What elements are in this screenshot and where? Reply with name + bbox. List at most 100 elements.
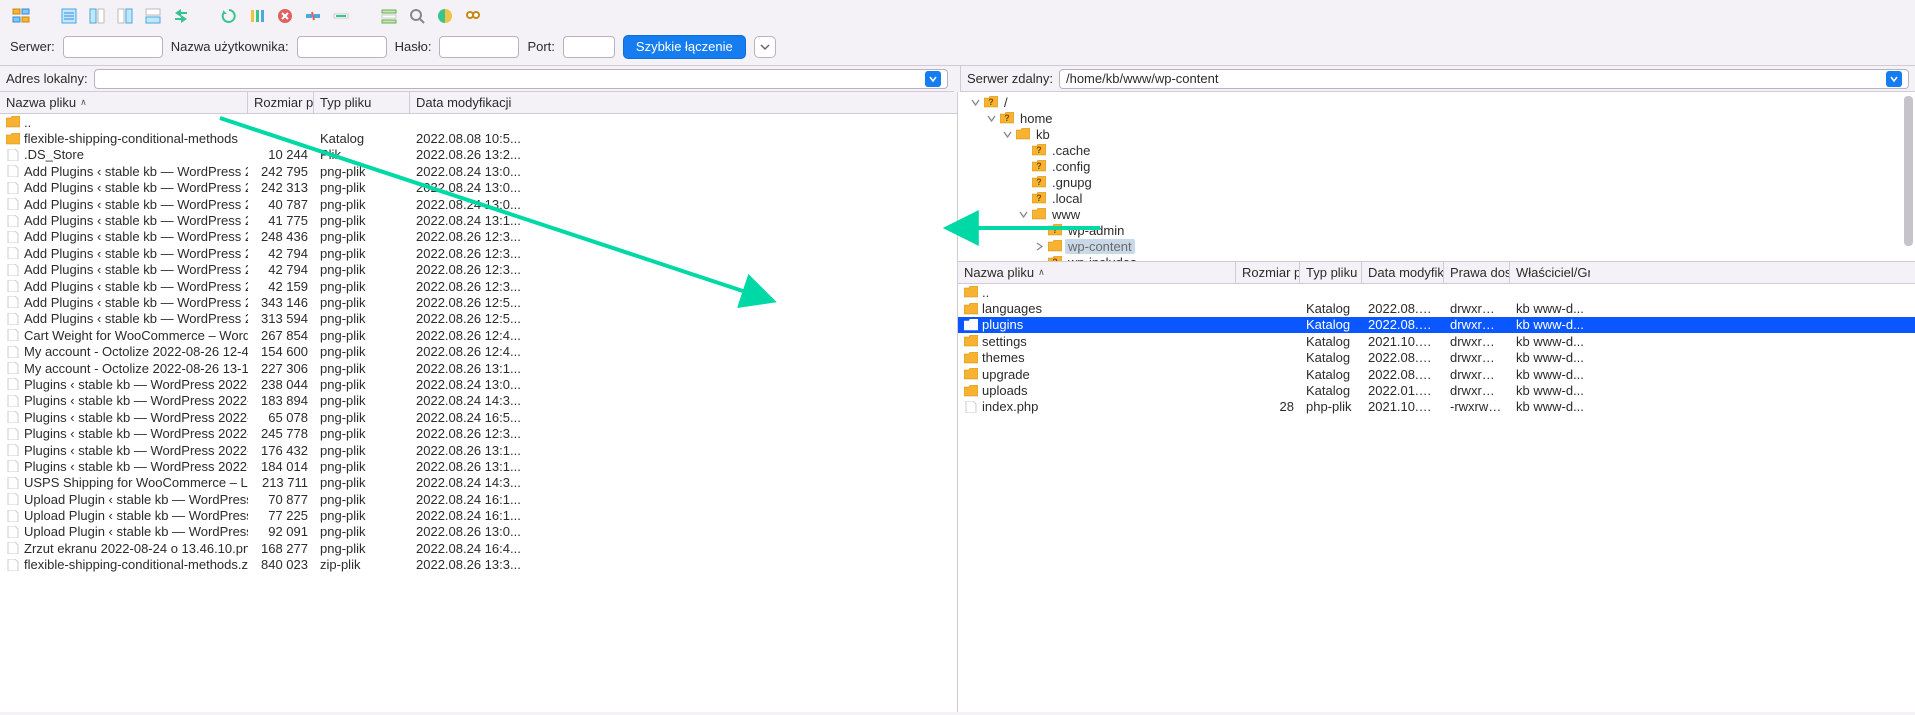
tree-expander[interactable]	[1017, 192, 1029, 204]
quick-connect-dropdown[interactable]	[754, 36, 776, 58]
remote-col-name[interactable]: Nazwa pliku∧	[958, 262, 1236, 283]
tree-expander[interactable]	[1017, 160, 1029, 172]
list-item[interactable]: Add Plugins ‹ stable kb — WordPress 2022…	[0, 311, 957, 327]
list-item[interactable]: themesKatalog2022.08.24 1...drwxrwxr-xkb…	[958, 350, 1915, 366]
tree-item[interactable]: ?wp-includes	[962, 254, 1911, 262]
reconnect-icon[interactable]	[330, 5, 352, 27]
refresh-icon[interactable]	[218, 5, 240, 27]
list-item[interactable]: Upload Plugin ‹ stable kb — WordPress 20…	[0, 491, 957, 507]
toggle-queue-icon[interactable]	[142, 5, 164, 27]
disconnect-icon[interactable]	[302, 5, 324, 27]
list-item[interactable]: Add Plugins ‹ stable kb — WordPress 2022…	[0, 278, 957, 294]
list-item[interactable]: Plugins ‹ stable kb — WordPress 2022-08-…	[0, 409, 957, 425]
tree-item[interactable]: ?.local	[962, 190, 1911, 206]
list-item[interactable]: languagesKatalog2022.08.22 1...drwxrwxr-…	[958, 300, 1915, 316]
list-item[interactable]: Add Plugins ‹ stable kb — WordPress 2022…	[0, 180, 957, 196]
local-addr-dropdown[interactable]	[925, 71, 941, 87]
list-item[interactable]: ..	[0, 114, 957, 130]
list-item[interactable]: Cart Weight for WooCommerce – WordPress.…	[0, 327, 957, 343]
quick-connect-bar: Serwer: Nazwa użytkownika: Hasło: Port: …	[0, 32, 1915, 66]
list-item[interactable]: index.php28php-plik2021.10.05 0...-rwxrw…	[958, 399, 1915, 415]
list-item[interactable]: Add Plugins ‹ stable kb — WordPress 2022…	[0, 229, 957, 245]
server-input[interactable]	[63, 36, 163, 58]
remote-col-type[interactable]: Typ pliku	[1300, 262, 1362, 283]
list-item[interactable]: Add Plugins ‹ stable kb — WordPress 2022…	[0, 163, 957, 179]
find-icon[interactable]	[462, 5, 484, 27]
tree-item[interactable]: ?.gnupg	[962, 174, 1911, 190]
user-input[interactable]	[297, 36, 387, 58]
list-item[interactable]: Add Plugins ‹ stable kb — WordPress 2022…	[0, 245, 957, 261]
tree-expander[interactable]	[1017, 208, 1029, 220]
list-item[interactable]: Plugins ‹ stable kb — WordPress 2022-08-…	[0, 393, 957, 409]
tree-expander[interactable]	[1017, 176, 1029, 188]
quick-connect-button[interactable]: Szybkie łączenie	[623, 35, 746, 59]
list-item[interactable]: My account - Octolize 2022-08-26 12-40-.…	[0, 343, 957, 359]
remote-col-size[interactable]: Rozmiar pliku	[1236, 262, 1300, 283]
tree-item[interactable]: www	[962, 206, 1911, 222]
sync-browse-icon[interactable]	[170, 5, 192, 27]
list-item[interactable]: Plugins ‹ stable kb — WordPress 2022-08-…	[0, 376, 957, 392]
tree-item[interactable]: ?/	[962, 94, 1911, 110]
pass-input[interactable]	[439, 36, 519, 58]
list-item[interactable]: Plugins ‹ stable kb — WordPress 2022-08-…	[0, 425, 957, 441]
list-item[interactable]: Add Plugins ‹ stable kb — WordPress 2022…	[0, 262, 957, 278]
tree-item[interactable]: ?home	[962, 110, 1911, 126]
list-item[interactable]: uploadsKatalog2022.01.26 1...drwxrwxr-xk…	[958, 382, 1915, 398]
remote-addr-dropdown[interactable]	[1886, 71, 1902, 87]
list-item[interactable]: Zrzut ekranu 2022-08-24 o 13.46.10.png16…	[0, 540, 957, 556]
local-col-type[interactable]: Typ pliku	[314, 92, 410, 113]
local-col-size[interactable]: Rozmiar pliku	[248, 92, 314, 113]
remote-addr-input[interactable]: /home/kb/www/wp-content	[1059, 69, 1909, 89]
list-item[interactable]: Add Plugins ‹ stable kb — WordPress 2022…	[0, 212, 957, 228]
list-item[interactable]: pluginsKatalog2022.08.26 1...drwxrwxr-xk…	[958, 317, 1915, 333]
list-item[interactable]: Add Plugins ‹ stable kb — WordPress 2022…	[0, 294, 957, 310]
cancel-icon[interactable]	[274, 5, 296, 27]
toggle-log-icon[interactable]	[58, 5, 80, 27]
remote-col-perm[interactable]: Prawa dostępu	[1444, 262, 1510, 283]
site-manager-icon[interactable]	[10, 5, 32, 27]
remote-col-own[interactable]: Właściciel/Grup	[1510, 262, 1590, 283]
tree-expander[interactable]	[1033, 256, 1045, 262]
compare-icon[interactable]	[434, 5, 456, 27]
tree-expander[interactable]	[1017, 144, 1029, 156]
tree-item[interactable]: wp-content	[962, 238, 1911, 254]
tree-item[interactable]: ?.config	[962, 158, 1911, 174]
list-item[interactable]: .DS_Store10 244Plik2022.08.26 13:2...	[0, 147, 957, 163]
list-item[interactable]: Add Plugins ‹ stable kb — WordPress 2022…	[0, 196, 957, 212]
list-item[interactable]: flexible-shipping-conditional-methods.zi…	[0, 557, 957, 573]
list-item[interactable]: settingsKatalog2021.10.06 1...drwxrwxr-x…	[958, 333, 1915, 349]
list-item[interactable]: Upload Plugin ‹ stable kb — WordPress 20…	[0, 524, 957, 540]
local-col-name[interactable]: Nazwa pliku∧	[0, 92, 248, 113]
local-col-mod[interactable]: Data modyfikacji	[410, 92, 610, 113]
tree-expander[interactable]	[969, 96, 981, 108]
remote-col-mod[interactable]: Data modyfikacji	[1362, 262, 1444, 283]
list-item[interactable]: ..	[958, 284, 1915, 300]
tree-expander[interactable]	[1033, 240, 1045, 252]
remote-tree[interactable]: ?/?homekb?.cache?.config?.gnupg?.localww…	[958, 92, 1915, 262]
toggle-local-tree-icon[interactable]	[86, 5, 108, 27]
tree-item[interactable]: ?wp-admin	[962, 222, 1911, 238]
folder-unknown-icon: ?	[1032, 160, 1046, 172]
list-item[interactable]: Plugins ‹ stable kb — WordPress 2022-08-…	[0, 458, 957, 474]
list-item[interactable]: Plugins ‹ stable kb — WordPress 2022-08-…	[0, 442, 957, 458]
local-list-body[interactable]: ..flexible-shipping-conditional-methodsK…	[0, 114, 957, 712]
toggle-remote-tree-icon[interactable]	[114, 5, 136, 27]
list-item[interactable]: flexible-shipping-conditional-methodsKat…	[0, 130, 957, 146]
scrollbar-thumb[interactable]	[1904, 96, 1913, 246]
list-item[interactable]: upgradeKatalog2022.08.26 1...drwxrwxr-xk…	[958, 366, 1915, 382]
process-queue-icon[interactable]	[246, 5, 268, 27]
tree-expander[interactable]	[985, 112, 997, 124]
tree-item[interactable]: kb	[962, 126, 1911, 142]
remote-list-body[interactable]: ..languagesKatalog2022.08.22 1...drwxrwx…	[958, 284, 1915, 712]
local-addr-input[interactable]	[94, 69, 948, 89]
port-input[interactable]	[563, 36, 615, 58]
tree-expander[interactable]	[1001, 128, 1013, 140]
tree-expander[interactable]	[1033, 224, 1045, 236]
list-item[interactable]: Upload Plugin ‹ stable kb — WordPress 20…	[0, 507, 957, 523]
list-item[interactable]: USPS Shipping for WooCommerce – Live Rat…	[0, 475, 957, 491]
tree-item[interactable]: ?.cache	[962, 142, 1911, 158]
list-item[interactable]: My account - Octolize 2022-08-26 13-12-4…	[0, 360, 957, 376]
server-label: Serwer:	[10, 39, 55, 54]
filter-icon[interactable]	[378, 5, 400, 27]
search-icon[interactable]	[406, 5, 428, 27]
